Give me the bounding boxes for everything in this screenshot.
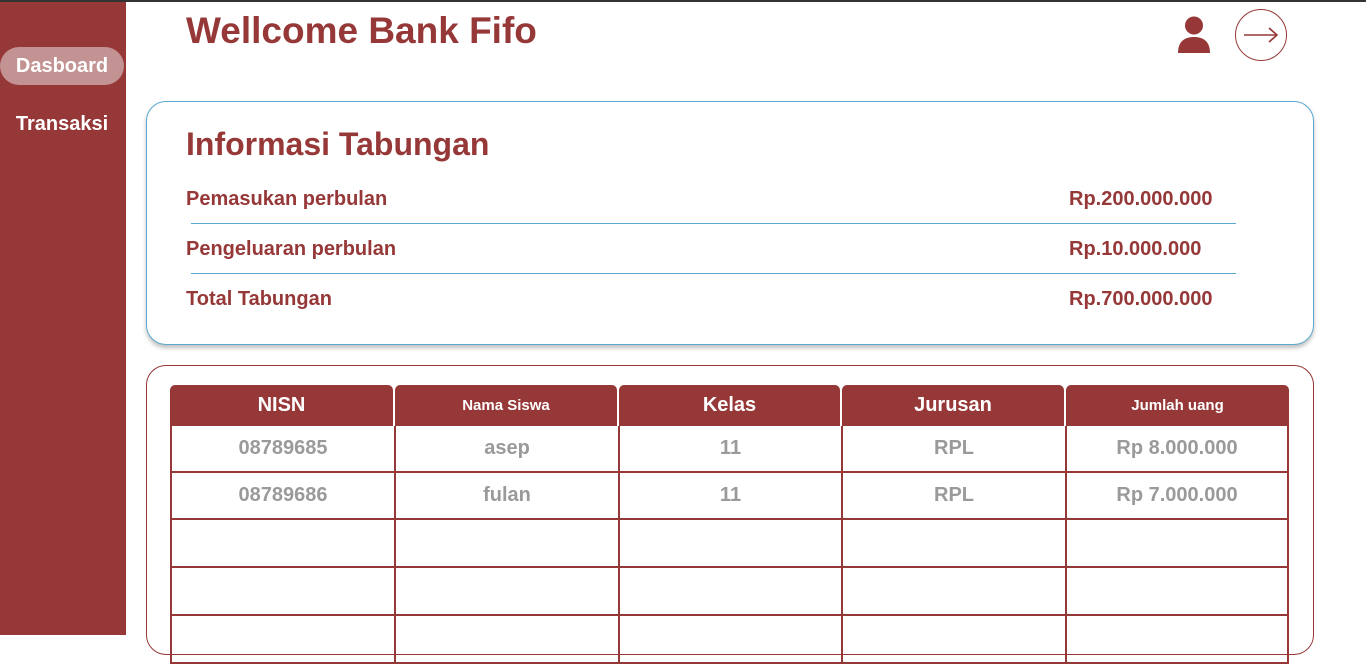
- table-cell: [618, 520, 841, 568]
- table-cell: 11: [618, 426, 841, 473]
- table-cell: 08789686: [170, 473, 394, 520]
- column-header-jurusan: Jurusan: [842, 385, 1064, 426]
- table-cell: [170, 520, 394, 568]
- sidebar-item-label: Transaksi: [15, 112, 109, 135]
- table-cell: [1065, 568, 1289, 616]
- info-card-title: Informasi Tabungan: [186, 126, 490, 162]
- info-divider: [191, 273, 1236, 274]
- info-row-total: Total Tabungan Rp.700.000.000: [186, 288, 1236, 312]
- sidebar-item-dasboard[interactable]: Dasboard: [0, 47, 124, 85]
- table-cell: [394, 616, 618, 664]
- table-cell: fulan: [394, 473, 618, 520]
- info-row-income: Pemasukan perbulan Rp.200.000.000: [186, 188, 1236, 212]
- table-cell: [1065, 616, 1289, 664]
- table-cell: [618, 568, 841, 616]
- table-cell: [841, 616, 1065, 664]
- info-label: Total Tabungan: [186, 288, 332, 310]
- table-cell: Rp 8.000.000: [1065, 426, 1289, 473]
- table-cell: RPL: [841, 473, 1065, 520]
- info-value: Rp.200.000.000: [1069, 188, 1213, 210]
- table-cell: [170, 568, 394, 616]
- page-title: Wellcome Bank Fifo: [186, 10, 537, 51]
- table-cell: Rp 7.000.000: [1065, 473, 1289, 520]
- info-value: Rp.10.000.000: [1069, 238, 1202, 260]
- sidebar: Dasboard Transaksi: [0, 2, 126, 635]
- info-label: Pemasukan perbulan: [186, 188, 388, 210]
- logout-button[interactable]: [1235, 9, 1287, 61]
- column-header-jumlah-uang: Jumlah uang: [1066, 385, 1289, 426]
- table-cell: asep: [394, 426, 618, 473]
- savings-info-card: Informasi Tabungan Pemasukan perbulan Rp…: [146, 101, 1314, 345]
- info-row-expense: Pengeluaran perbulan Rp.10.000.000: [186, 238, 1236, 262]
- column-header-nama-siswa: Nama Siswa: [395, 385, 617, 426]
- sidebar-item-transaksi[interactable]: Transaksi: [0, 105, 124, 143]
- table-cell: 11: [618, 473, 841, 520]
- window-top-border: [0, 0, 1366, 2]
- user-icon[interactable]: [1176, 16, 1212, 54]
- table-cell: RPL: [841, 426, 1065, 473]
- column-header-nisn: NISN: [170, 385, 393, 426]
- sidebar-item-label: Dasboard: [15, 54, 109, 77]
- arrow-right-icon: [1244, 27, 1279, 43]
- info-value: Rp.700.000.000: [1069, 288, 1213, 310]
- column-header-kelas: Kelas: [619, 385, 840, 426]
- table-cell: [394, 520, 618, 568]
- table-cell: [841, 520, 1065, 568]
- table-cell: [1065, 520, 1289, 568]
- table-cell: [618, 616, 841, 664]
- info-divider: [191, 223, 1236, 224]
- info-label: Pengeluaran perbulan: [186, 238, 397, 260]
- table-cell: [394, 568, 618, 616]
- table-cell: [170, 616, 394, 664]
- table-cell: [841, 568, 1065, 616]
- table-cell: 08789685: [170, 426, 394, 473]
